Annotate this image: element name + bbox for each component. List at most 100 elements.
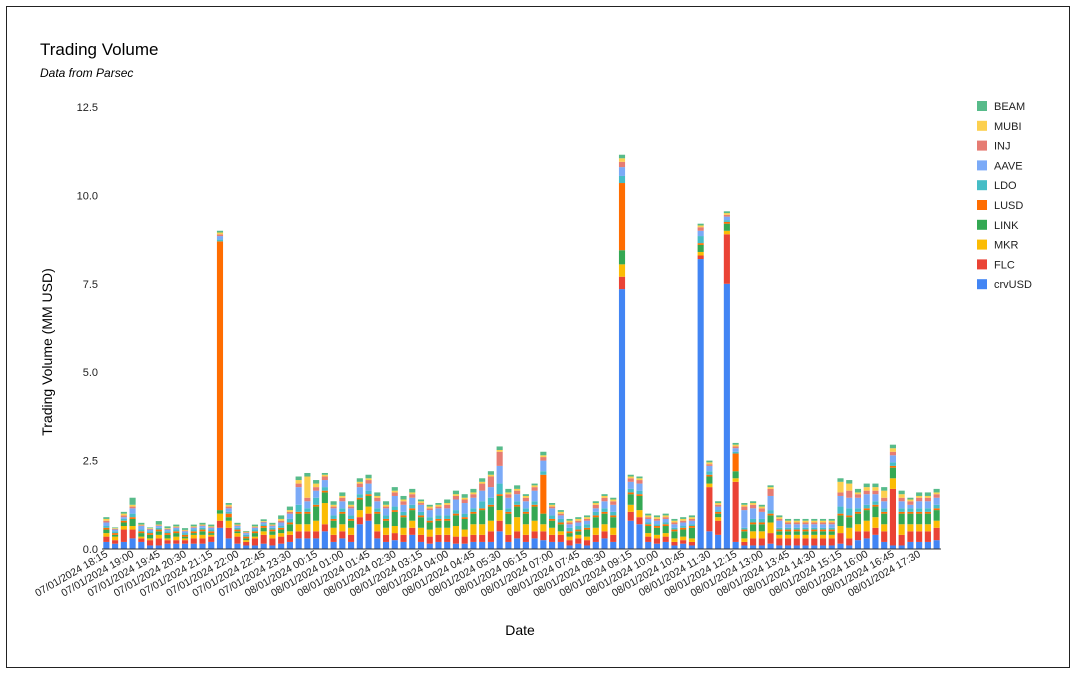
bar-segment-mubi (706, 462, 713, 465)
bar-segment-mubi (129, 504, 136, 507)
bar-segment-link (715, 513, 722, 518)
bar-segment-inj (505, 494, 512, 498)
bar-segment-lusd (505, 511, 512, 514)
bar-segment-crvusd (147, 545, 154, 549)
bar-segment-inj (234, 525, 241, 527)
bar-segment-ldo (688, 524, 695, 527)
bar-segment-beam (112, 527, 119, 529)
bar-segment-lusd (549, 518, 556, 521)
bar-segment-mkr (645, 533, 652, 537)
bar-segment-inj (750, 504, 757, 509)
bar-segment-aave (190, 527, 197, 530)
bar-segment-mubi (103, 518, 110, 521)
bar-segment-crvusd (854, 540, 862, 549)
bar-segment-inj (164, 528, 171, 530)
bar-segment-crvusd (400, 541, 407, 549)
bar-segment-inj (872, 490, 879, 495)
bar-segment-crvusd (898, 545, 905, 549)
bar-segment-lusd (601, 511, 608, 514)
bar-segment-flc (409, 527, 416, 535)
bar-segment-flc (173, 540, 180, 544)
bar-segment-beam (741, 503, 748, 505)
bar-segment-flc (645, 536, 652, 542)
bar-segment-mubi (313, 483, 320, 488)
bar-segment-lusd (269, 529, 276, 532)
bar-segment-mubi (190, 526, 197, 528)
bar-segment-beam (348, 501, 355, 505)
bar-segment-inj (662, 517, 669, 519)
bar-segment-mubi (898, 494, 905, 498)
bar-segment-aave (863, 494, 870, 505)
bar-segment-crvusd (216, 527, 224, 549)
bar-segment-flc (767, 533, 774, 544)
bar-segment-inj (365, 480, 372, 484)
bar-segment-aave (924, 501, 931, 509)
bar-segment-flc (286, 534, 293, 542)
bar-segment-flc (697, 255, 704, 260)
bar-segment-beam (732, 442, 739, 445)
bar-segment-flc (103, 536, 110, 542)
bar-segment-link (313, 506, 320, 521)
bar-segment-beam (610, 497, 617, 500)
bar-segment-flc (479, 534, 486, 542)
bar-segment-crvusd (828, 545, 835, 549)
bar-segment-ldo (723, 220, 730, 222)
bar-segment-lusd (750, 522, 757, 525)
bar-segment-aave (854, 497, 862, 509)
bar-segment-mubi (260, 521, 267, 522)
bar-segment-inj (653, 518, 661, 521)
bar-segment-lusd (514, 504, 521, 507)
bar-segment-aave (356, 487, 363, 495)
bar-segment-mkr (269, 534, 276, 539)
bar-segment-flc (557, 534, 564, 542)
bar-segment-inj (566, 522, 573, 525)
bar-segment-mubi (339, 495, 346, 498)
bar-segment-flc (933, 527, 940, 541)
bar-segment-mubi (601, 495, 608, 498)
bar-segment-inj (103, 520, 110, 523)
bar-segment-inj (715, 504, 722, 507)
bar-segment-lusd (321, 490, 328, 493)
bar-segment-ldo (645, 522, 652, 525)
bar-segment-mubi (304, 476, 311, 498)
bar-segment-beam (286, 506, 293, 511)
bar-segment-lusd (662, 524, 669, 527)
bar-segment-link (190, 533, 197, 535)
bar-segment-link (164, 534, 171, 539)
bar-segment-lusd (348, 518, 355, 521)
y-tick-label: 2.5 (83, 456, 98, 468)
bar-segment-mubi (723, 213, 730, 215)
bar-segment-flc (854, 531, 862, 541)
bar-segment-beam (147, 527, 154, 529)
bar-segment-aave (391, 495, 398, 507)
bar-segment-inj (190, 527, 197, 528)
bar-segment-beam (583, 515, 591, 518)
bar-segment-inj (356, 483, 363, 488)
bar-segment-beam (225, 503, 232, 505)
bar-segment-lusd (671, 529, 678, 532)
bar-segment-ldo (846, 508, 853, 516)
bars-group (103, 154, 940, 549)
bar-segment-ldo (330, 515, 337, 519)
bar-segment-link (802, 531, 809, 535)
bar-segment-link (863, 510, 870, 521)
bar-segment-inj (741, 506, 748, 511)
bar-segment-link (819, 531, 827, 535)
bar-segment-flc (828, 538, 835, 546)
bar-segment-mkr (409, 520, 416, 528)
bar-segment-link (837, 515, 844, 527)
bar-segment-mkr (461, 529, 468, 537)
bar-segment-lusd (330, 518, 337, 521)
bar-segment-mkr (164, 538, 171, 541)
bar-segment-flc (785, 538, 792, 546)
bar-segment-lusd (566, 531, 573, 534)
legend-label-link: LINK (994, 220, 1019, 232)
bar-segment-link (706, 476, 713, 484)
bar-segment-link (732, 471, 739, 479)
bar-segment-aave (278, 522, 285, 527)
bar-segment-aave (898, 501, 905, 509)
bar-segment-ldo (155, 527, 162, 530)
bar-segment-flc (872, 527, 879, 535)
bar-segment-inj (417, 503, 425, 505)
bar-segment-ldo (452, 510, 460, 514)
